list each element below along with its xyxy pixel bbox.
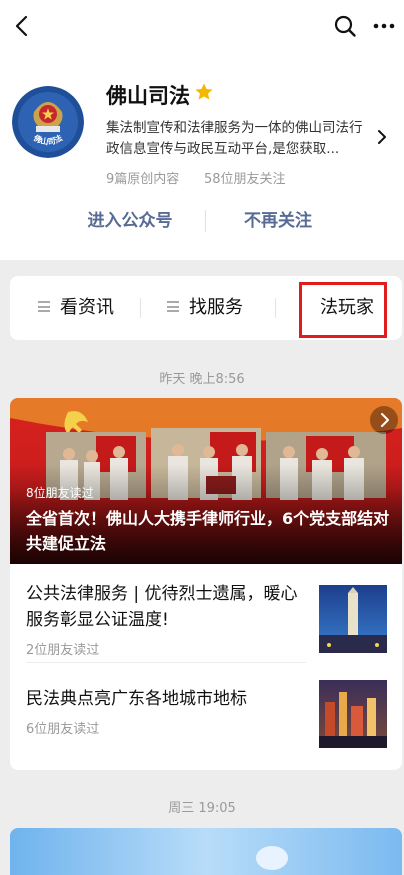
feed-timestamp: 昨天 晚上8:56: [159, 372, 245, 387]
next-icon[interactable]: [370, 406, 398, 434]
menu-icon: [167, 301, 179, 312]
chevron-left-icon[interactable]: [8, 12, 36, 40]
highlight-box: [299, 282, 387, 338]
article-read-count: 6位朋友读过: [26, 722, 100, 737]
hero-article-title[interactable]: 全省首次！佛山人大携手律师行业，6个党支部结对共建促立法: [26, 506, 394, 556]
friends-following: 58位朋友关注: [204, 172, 286, 187]
divider: [26, 662, 306, 663]
article-title[interactable]: 民法典点亮广东各地城市地标: [26, 686, 308, 712]
article-thumbnail[interactable]: [319, 585, 387, 653]
article-thumbnail[interactable]: [319, 680, 387, 748]
more-icon[interactable]: [370, 12, 398, 40]
justice-emblem-logo: 佛山司法: [12, 86, 84, 158]
menu-item-news[interactable]: 看资讯: [38, 276, 114, 340]
divider: [275, 298, 276, 318]
feed-timestamp: 周三 19:05: [168, 801, 236, 816]
divider: [205, 210, 206, 232]
account-description[interactable]: 集法制宣传和法律服务为一体的佛山司法行政信息宣传与政民互动平台,是您获取...: [106, 118, 372, 160]
star-icon: [195, 83, 213, 100]
article-card: 8位朋友读过 全省首次！佛山人大携手律师行业，6个党支部结对共建促立法 公共法律…: [10, 398, 402, 770]
menu-item-label: 找服务: [189, 297, 243, 318]
chevron-right-icon[interactable]: [376, 129, 388, 145]
menu-item-label: 看资讯: [60, 297, 114, 318]
article-title[interactable]: 公共法律服务 | 优待烈士遗属，暖心服务彰显公证温度!: [26, 581, 308, 633]
search-icon[interactable]: [331, 12, 359, 40]
account-name: 佛山司法: [106, 84, 190, 108]
avatar[interactable]: 佛山司法: [12, 86, 84, 158]
unfollow-button[interactable]: 不再关注: [208, 206, 348, 236]
hero-read-count: 8位朋友读过: [26, 486, 94, 500]
enter-account-button[interactable]: 进入公众号: [60, 206, 200, 236]
divider: [140, 298, 141, 318]
menu-icon: [38, 301, 50, 312]
original-count: 9篇原创内容: [106, 172, 180, 187]
article-read-count: 2位朋友读过: [26, 643, 100, 658]
menu-item-services[interactable]: 找服务: [167, 276, 243, 340]
article-card[interactable]: [10, 828, 402, 875]
